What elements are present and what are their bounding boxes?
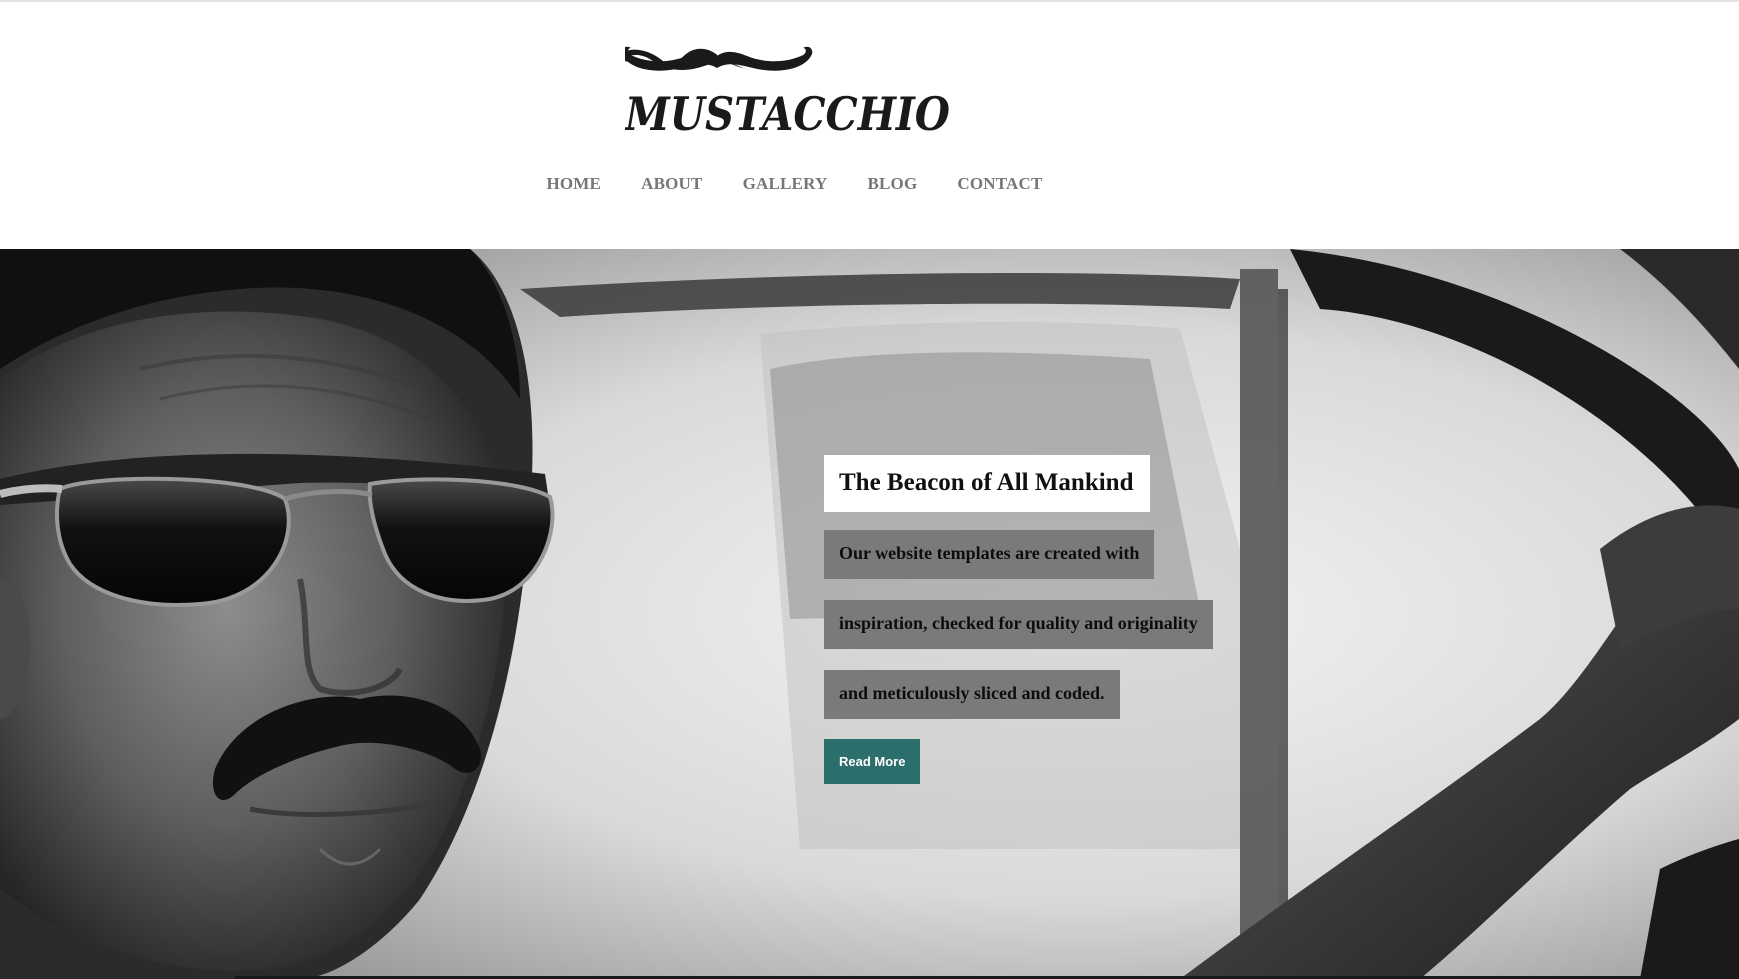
nav-item-about[interactable]: ABOUT (641, 174, 702, 194)
hero-slider: The Beacon of All Mankind Our website te… (0, 249, 1739, 979)
nav-item-gallery[interactable]: GALLERY (743, 174, 828, 194)
hero-text-line: Our website templates are created with (824, 530, 1155, 579)
nav-item-blog[interactable]: BLOG (867, 174, 917, 194)
page: MUSTACCHIO HOME ABOUT GALLERY BLOG CONTA… (0, 0, 1739, 979)
hero-text-line: and meticulously sliced and coded. (824, 670, 1120, 719)
hero-title: The Beacon of All Mankind (824, 455, 1150, 512)
main-nav: HOME ABOUT GALLERY BLOG CONTACT (0, 174, 1589, 194)
site-header: MUSTACCHIO HOME ABOUT GALLERY BLOG CONTA… (0, 2, 1739, 249)
hero-caption: The Beacon of All Mankind Our website te… (824, 455, 1213, 784)
nav-item-contact[interactable]: CONTACT (957, 174, 1042, 194)
read-more-button[interactable]: Read More (824, 739, 921, 784)
site-logo[interactable]: MUSTACCHIO (625, 40, 960, 140)
mustache-logo-icon: MUSTACCHIO (625, 46, 950, 140)
hero-text-line: inspiration, checked for quality and ori… (824, 600, 1213, 649)
nav-item-home[interactable]: HOME (546, 174, 601, 194)
logo-wordmark: MUSTACCHIO (625, 87, 950, 140)
